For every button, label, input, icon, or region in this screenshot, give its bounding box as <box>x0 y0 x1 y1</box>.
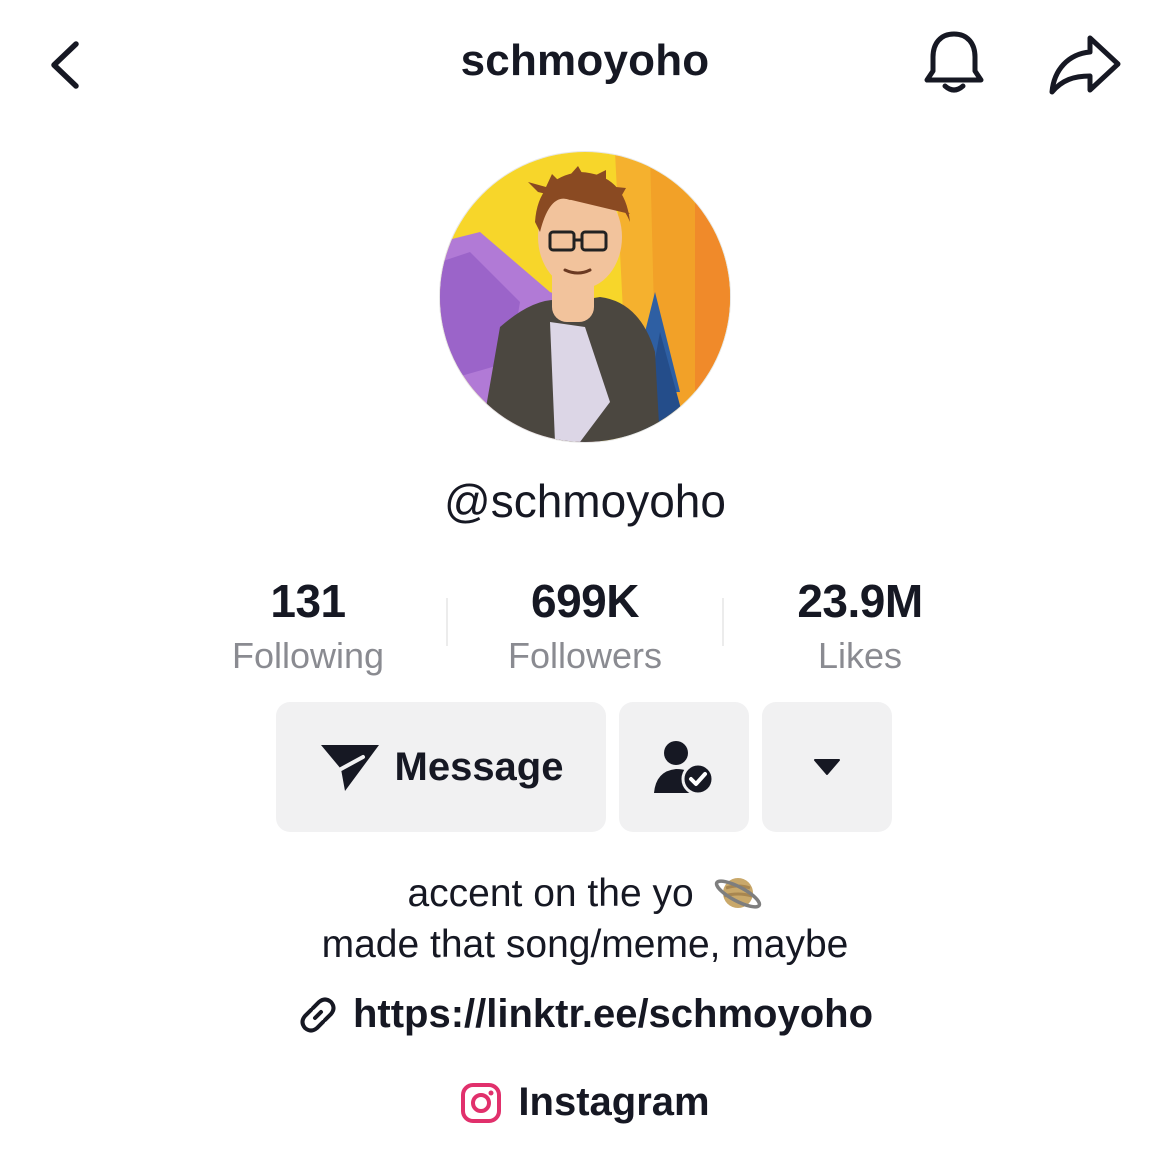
followers-count: 699K <box>531 575 639 627</box>
caret-down-icon <box>814 759 840 775</box>
message-label: Message <box>394 744 564 789</box>
stat-divider <box>446 598 448 646</box>
bio-line-1: accent on the yo <box>0 870 1170 918</box>
instagram-link[interactable]: Instagram <box>0 1080 1170 1125</box>
following-status-button[interactable] <box>619 702 749 832</box>
share-button[interactable] <box>1046 30 1124 100</box>
paper-plane-icon <box>320 745 379 791</box>
instagram-label: Instagram <box>518 1080 710 1124</box>
likes-label: Likes <box>817 635 903 676</box>
link-url[interactable]: https://linktr.ee/schmoyoho <box>353 992 873 1037</box>
followers-label: Followers <box>507 635 663 676</box>
bell-icon <box>924 31 984 93</box>
share-arrow-icon <box>1049 35 1121 95</box>
notifications-button[interactable] <box>918 26 990 98</box>
following-count: 131 <box>270 575 346 627</box>
more-options-button[interactable] <box>762 702 892 832</box>
stat-divider <box>722 598 724 646</box>
stat-followers[interactable]: 699K Followers <box>455 574 715 676</box>
bio-line-2: made that song/meme, maybe <box>321 923 849 966</box>
ringed-planet-emoji <box>714 878 761 909</box>
stat-following[interactable]: 131 Following <box>178 574 438 676</box>
bio-text-1: accent on the yo <box>407 872 694 915</box>
instagram-icon <box>461 1082 502 1123</box>
bio-link[interactable]: https://linktr.ee/schmoyoho <box>0 992 1170 1037</box>
cartoon-avatar <box>440 152 730 442</box>
user-handle: @schmoyoho <box>444 475 726 527</box>
avatar[interactable] <box>440 152 730 442</box>
likes-count: 23.9M <box>797 575 923 627</box>
stat-likes[interactable]: 23.9M Likes <box>730 574 990 676</box>
person-check-icon <box>654 741 715 796</box>
following-label: Following <box>231 635 385 676</box>
link-icon <box>300 997 336 1032</box>
message-button[interactable]: Message <box>276 702 606 832</box>
page-title: schmoyoho <box>460 36 710 85</box>
